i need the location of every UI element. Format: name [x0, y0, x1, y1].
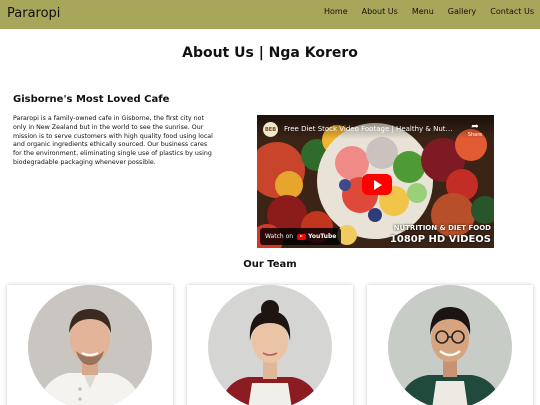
about-text: Pararopi is a family-owned cafe in Gisbo…: [13, 115, 213, 166]
man-glasses-apron-photo-icon: [388, 285, 512, 405]
nav-gallery[interactable]: Gallery: [448, 7, 477, 16]
chef-man-photo-icon: [28, 285, 152, 405]
share-icon: ➦: [471, 122, 479, 132]
nav-home[interactable]: Home: [324, 7, 348, 16]
woman-apron-photo-icon: [208, 285, 332, 405]
youtube-label: YouTube: [308, 233, 337, 240]
nav-contact-us[interactable]: Contact Us: [490, 7, 534, 16]
share-label: Share: [467, 132, 483, 138]
video-overlay-caption: NUTRITION & DIET FOOD: [393, 224, 491, 232]
brand-logo-text[interactable]: Pararopi: [7, 6, 60, 21]
share-button[interactable]: ➦ Share: [464, 122, 486, 138]
navbar: Pararopi Home About Us Menu Gallery Cont…: [0, 0, 540, 29]
video-overlay-quality: 1080P HD VIDEOS: [389, 234, 491, 245]
youtube-logo: YouTube: [297, 233, 336, 240]
video-title[interactable]: Free Diet Stock Video Footage | Healthy …: [284, 125, 454, 133]
youtube-play-icon: [297, 233, 307, 240]
play-button[interactable]: [362, 174, 392, 195]
team-heading: Our Team: [243, 259, 297, 270]
about-heading: Gisborne's Most Loved Cafe: [13, 94, 170, 105]
nav-menu[interactable]: Menu: [412, 7, 434, 16]
youtube-video-embed[interactable]: BEB Free Diet Stock Video Footage | Heal…: [257, 115, 494, 248]
page-title: About Us | Nga Korero: [182, 45, 358, 61]
watch-on-youtube-button[interactable]: Watch on YouTube: [260, 228, 342, 245]
channel-avatar-icon[interactable]: BEB: [263, 122, 278, 137]
team-card: [187, 285, 353, 405]
nav-about-us[interactable]: About Us: [362, 7, 398, 16]
nav-links: Home About Us Menu Gallery Contact Us: [310, 7, 534, 16]
team-card: [7, 285, 173, 405]
watch-on-label: Watch on: [265, 233, 294, 240]
team-card: [367, 285, 533, 405]
